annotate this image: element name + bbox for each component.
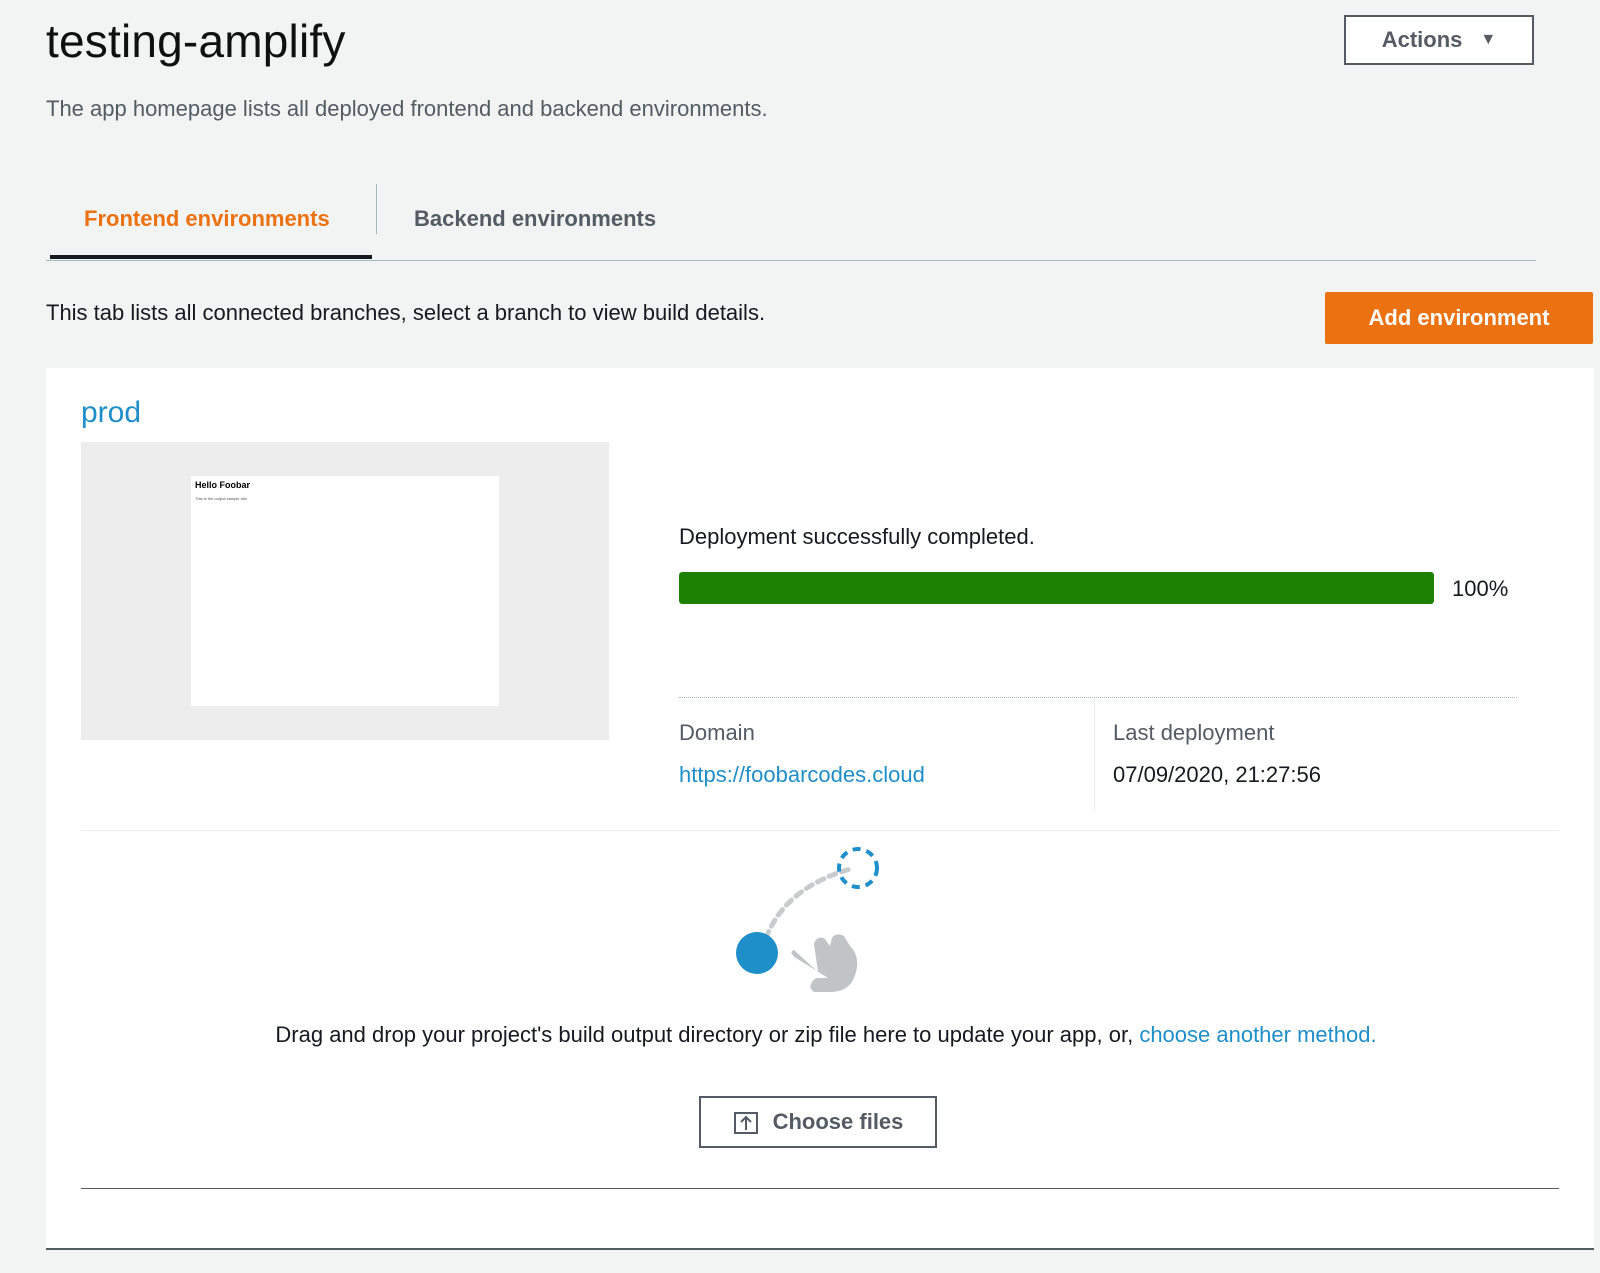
add-environment-button[interactable]: Add environment: [1325, 292, 1593, 344]
active-tab-indicator: [50, 255, 372, 259]
domain-link[interactable]: https://foobarcodes.cloud: [679, 762, 925, 788]
tab-divider: [376, 184, 377, 234]
tab-frontend-environments[interactable]: Frontend environments: [84, 178, 330, 260]
page-subtitle: The app homepage lists all deployed fron…: [46, 96, 768, 121]
meta-column-divider: [1094, 698, 1095, 810]
progress-bar-fill: [679, 572, 1434, 604]
deployment-progress-bar: [679, 572, 1434, 604]
tab-backend-environments[interactable]: Backend environments: [414, 178, 656, 260]
dropzone-instructions: Drag and drop your project's build outpu…: [46, 1022, 1600, 1048]
bottom-separator: [81, 1188, 1559, 1189]
choose-files-button[interactable]: Choose files: [699, 1096, 937, 1148]
caret-down-icon: ▼: [1480, 31, 1497, 48]
drag-and-drop-illustration: [736, 846, 906, 1006]
amplify-app-page: testing-amplify Actions ▼ The app homepa…: [0, 0, 1600, 1273]
tab-description: This tab lists all connected branches, s…: [46, 300, 766, 325]
branch-card: prod Hello Foobar This is the output sam…: [46, 368, 1594, 1250]
section-separator: [81, 830, 1559, 831]
dropzone-text: Drag and drop your project's build outpu…: [275, 1022, 1140, 1047]
upload-icon: [733, 1112, 758, 1134]
page-title: testing-amplify: [46, 15, 346, 67]
last-deployment-value: 07/09/2020, 21:27:56: [1113, 762, 1321, 787]
choose-files-label: Choose files: [772, 1109, 904, 1134]
actions-button[interactable]: Actions ▼: [1344, 15, 1534, 65]
preview-heading: Hello Foobar: [195, 480, 251, 490]
branch-name-link[interactable]: prod: [81, 396, 141, 430]
drag-drop-icon: [736, 847, 879, 992]
progress-percentage: 100%: [1452, 576, 1509, 601]
branch-preview-thumbnail[interactable]: Hello Foobar This is the output sample s…: [81, 442, 609, 740]
environment-tabs: Frontend environments Backend environmen…: [46, 178, 1536, 261]
choose-another-method-link[interactable]: choose another method.: [1139, 1022, 1376, 1047]
last-deployment-label: Last deployment: [1113, 720, 1275, 745]
domain-label: Domain: [679, 720, 755, 745]
deployment-status-text: Deployment successfully completed.: [679, 524, 1035, 549]
actions-button-label: Actions: [1381, 27, 1463, 52]
meta-separator: [679, 697, 1517, 698]
preview-page: Hello Foobar This is the output sample s…: [191, 476, 499, 706]
preview-text: This is the output sample site: [195, 496, 247, 501]
